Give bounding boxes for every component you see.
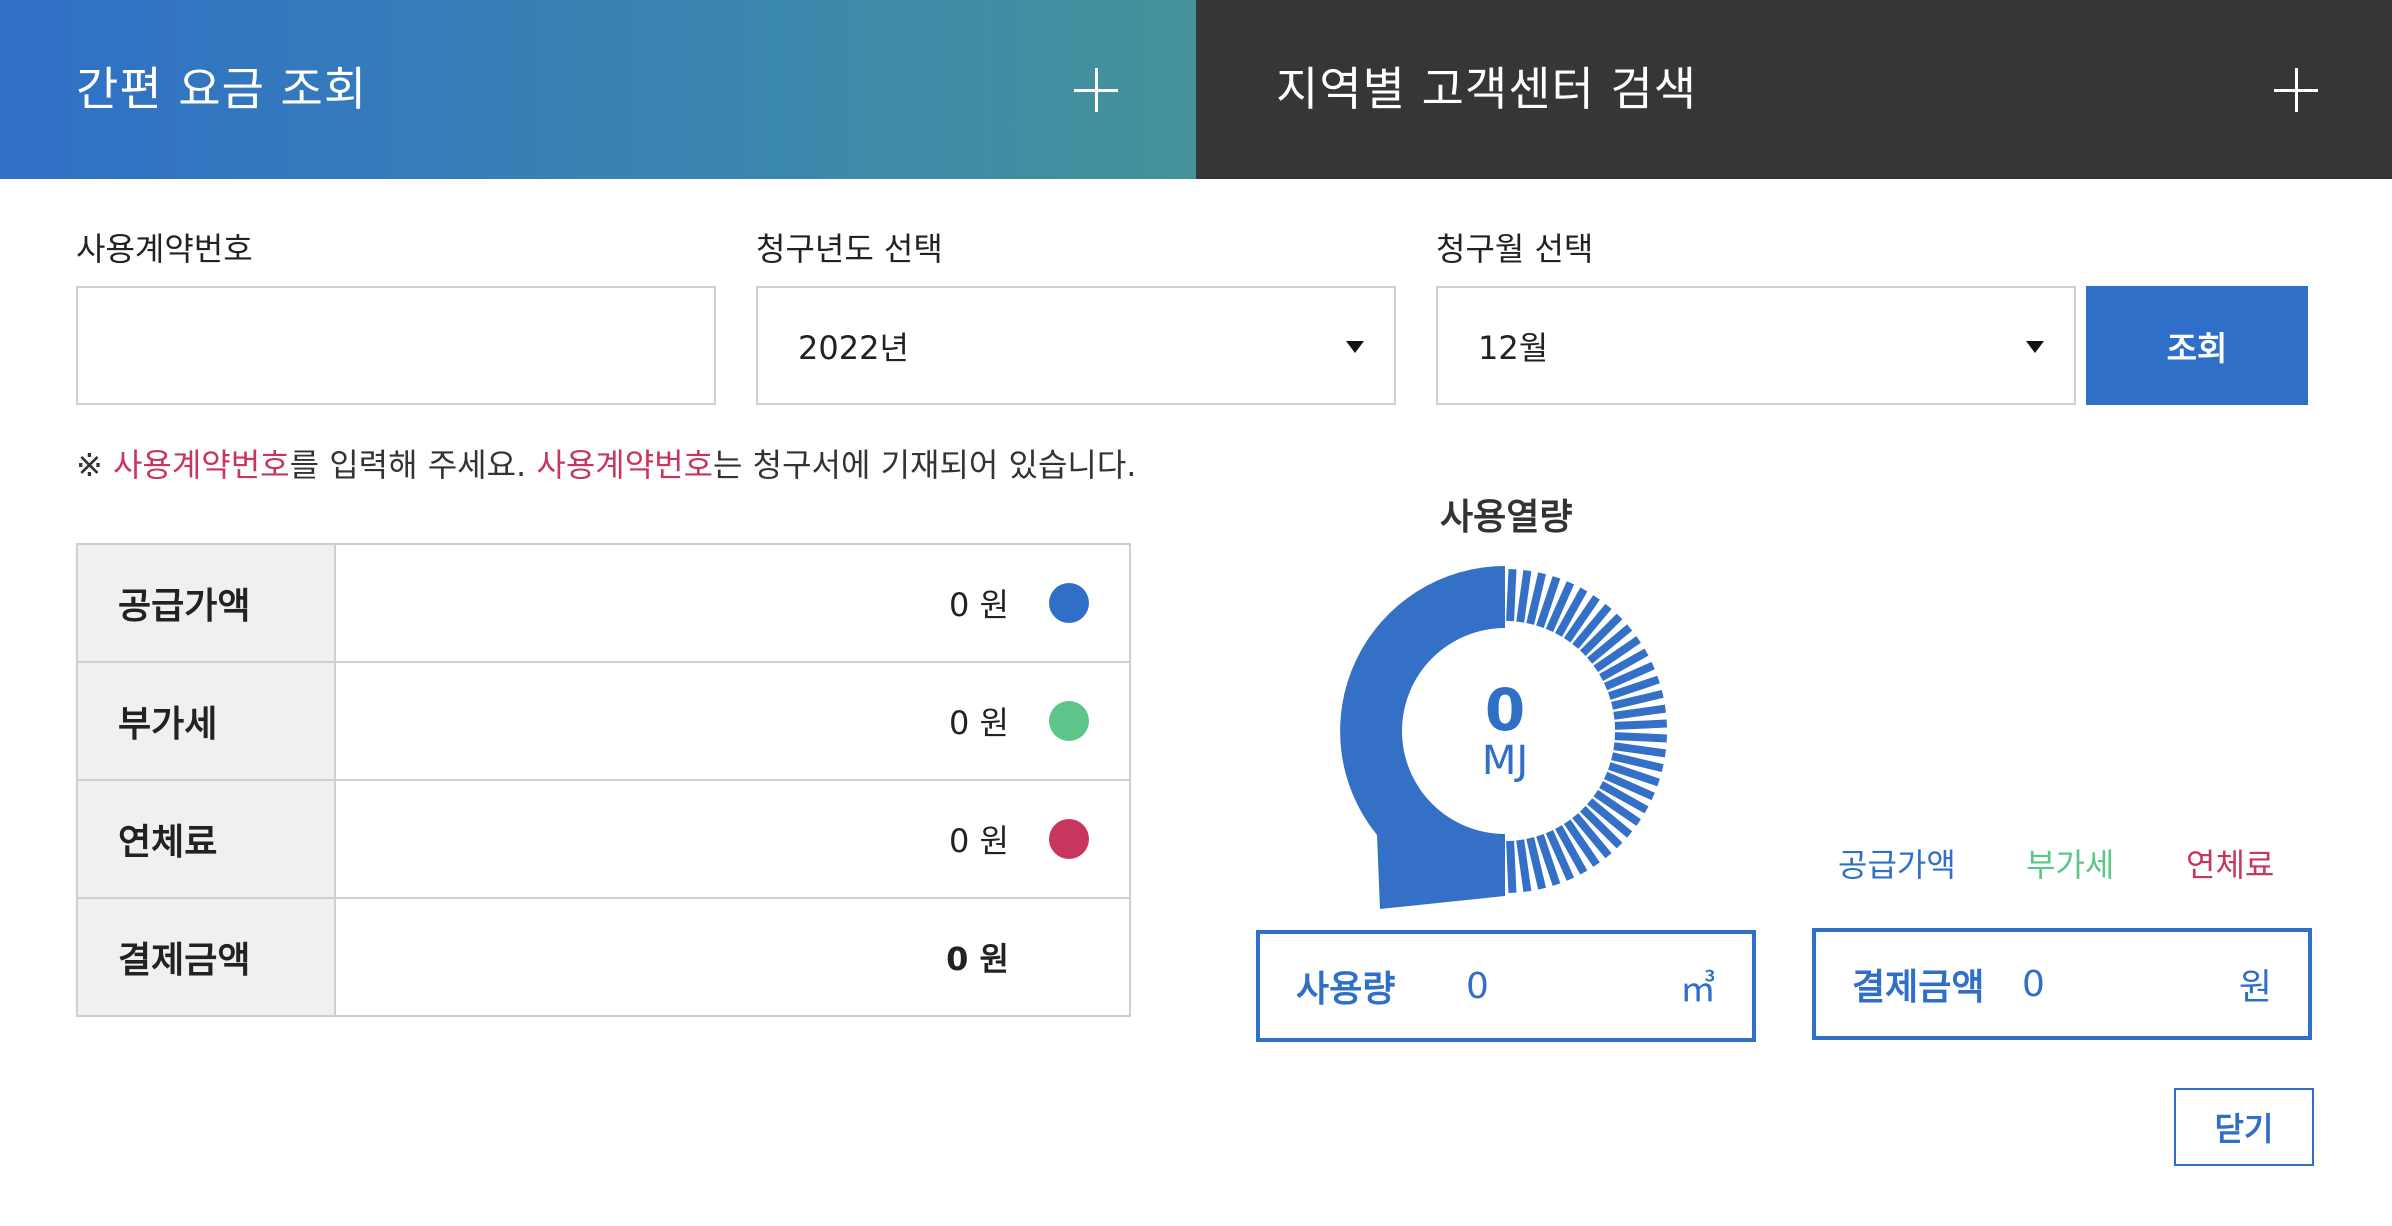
donut-tick	[1516, 839, 1532, 892]
donut-tick	[1506, 840, 1517, 894]
table-row: 부가세 0 원	[76, 661, 1131, 781]
service-center-title: 지역별 고객센터 검색	[1276, 61, 1698, 116]
expand-fee-inquiry-plus-icon[interactable]	[1074, 68, 1118, 112]
vat-value: 0 원	[949, 704, 1009, 742]
service-center-header[interactable]: 지역별 고객센터 검색	[1196, 0, 2392, 179]
contract-number-notice: ※ 사용계약번호를 입력해 주세요. 사용계약번호는 청구서에 기재되어 있습니…	[76, 440, 1136, 486]
payment-box-value: 0	[2022, 963, 2045, 1005]
supply-price-dot-icon	[1049, 583, 1089, 623]
contract-number-input[interactable]	[78, 288, 714, 403]
notice-term: 사용계약번호	[536, 446, 714, 484]
bill-summary-table: 공급가액 0 원 부가세 0 원 연체료 0 원 결제금액 0 원	[76, 543, 1131, 1017]
late-fee-dot-icon	[1049, 819, 1089, 859]
notice-term: 사용계약번호	[112, 446, 290, 484]
legend-supply-price: 공급가액	[1838, 846, 1956, 884]
late-fee-label: 연체료	[76, 779, 336, 899]
donut-tick	[1614, 719, 1668, 730]
payment-amount-cell: 0 원	[334, 897, 1131, 1017]
table-row: 결제금액 0 원	[76, 897, 1131, 1017]
notice-text: 는 청구서에 기재되어 있습니다.	[713, 446, 1137, 484]
fee-inquiry-header[interactable]: 간편 요금 조회	[0, 0, 1196, 179]
donut-tick	[1516, 570, 1532, 623]
billing-year-select[interactable]: 2022년	[756, 286, 1396, 405]
payment-amount-label: 결제금액	[76, 897, 336, 1017]
usage-amount-box: 사용량 0 ㎥	[1256, 930, 1756, 1042]
payment-box-unit: 원	[2238, 967, 2272, 1008]
billing-month-value: 12월	[1478, 328, 1549, 367]
legend-late-fee: 연체료	[2186, 846, 2275, 884]
table-row: 연체료 0 원	[76, 779, 1131, 899]
billing-month-select[interactable]: 12월	[1436, 286, 2076, 405]
caret-down-icon	[1346, 341, 1364, 353]
vat-label: 부가세	[76, 661, 336, 781]
late-fee-value: 0 원	[949, 822, 1009, 860]
billing-year-value: 2022년	[798, 328, 909, 367]
expand-service-center-plus-icon[interactable]	[2274, 68, 2318, 112]
usage-amount-label: 사용량	[1296, 969, 1396, 1010]
fee-inquiry-title: 간편 요금 조회	[76, 61, 368, 116]
legend-vat: 부가세	[2026, 846, 2115, 884]
payment-amount-box: 결제금액 0 원	[1812, 928, 2312, 1040]
vat-dot-icon	[1049, 701, 1089, 741]
caret-down-icon	[2026, 341, 2044, 353]
billing-year-label: 청구년도 선택	[756, 230, 943, 268]
billing-month-label: 청구월 선택	[1436, 230, 1594, 268]
supply-price-cell: 0 원	[334, 543, 1131, 663]
notice-prefix: ※	[76, 446, 113, 484]
payment-amount-value: 0 원	[946, 940, 1009, 978]
vat-cell: 0 원	[334, 661, 1131, 781]
donut-tick	[1506, 568, 1517, 622]
usage-amount-unit: ㎥	[1679, 969, 1716, 1010]
usage-heat-unit: MJ	[1481, 738, 1529, 784]
donut-tick	[1613, 742, 1666, 758]
usage-heat-title: 사용열량	[1440, 497, 1573, 538]
donut-tick	[1614, 732, 1668, 743]
notice-text: 를 입력해 주세요.	[289, 446, 537, 484]
supply-price-label: 공급가액	[76, 543, 336, 663]
donut-tick	[1613, 704, 1666, 720]
close-button[interactable]: 닫기	[2174, 1088, 2314, 1166]
usage-heat-value: 0	[1484, 676, 1526, 744]
search-button[interactable]: 조회	[2086, 286, 2308, 405]
late-fee-cell: 0 원	[334, 779, 1131, 899]
supply-price-value: 0 원	[949, 586, 1009, 624]
table-row: 공급가액 0 원	[76, 543, 1131, 663]
contract-number-label: 사용계약번호	[76, 230, 253, 268]
usage-amount-value: 0	[1466, 965, 1489, 1007]
payment-box-label: 결제금액	[1852, 967, 1985, 1008]
contract-number-field	[76, 286, 716, 405]
